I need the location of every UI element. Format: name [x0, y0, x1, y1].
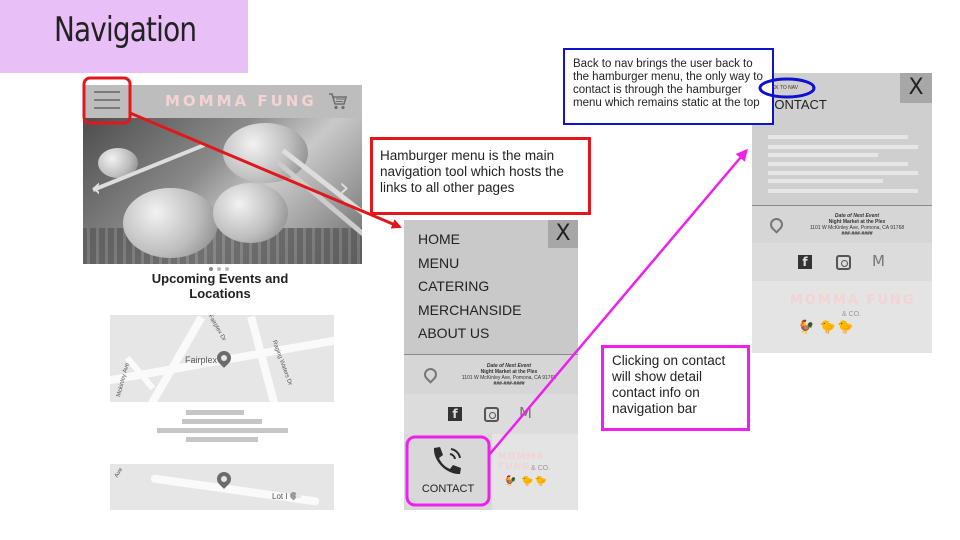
menu-brand-logo: MOMMA FUNG & CO. 🐓 🐤🐤	[492, 434, 578, 510]
event-phone: ###-###-####	[841, 231, 873, 237]
event-phone: ###-###-####	[493, 381, 525, 387]
menu-item-catering[interactable]: CATERING	[418, 278, 489, 294]
text-placeholder	[186, 437, 258, 442]
events-heading: Upcoming Events and Locations	[151, 271, 289, 301]
instagram-icon[interactable]	[484, 407, 499, 422]
carousel-next-icon[interactable]: ›	[339, 173, 349, 203]
contact-brand-logo: MOMMA FUNG & CO. 🐓 🐤🐤	[752, 281, 932, 353]
menu-item-merchandise[interactable]: MERCHANSIDE	[418, 302, 521, 318]
mail-icon[interactable]: M	[519, 404, 532, 422]
event-map-1[interactable]: Fairplex Fairplex Dr Raging Waters Dr Mc…	[110, 315, 334, 402]
chicken-illustration-icon: 🐓 🐤🐤	[798, 319, 855, 334]
menu-item-home[interactable]: HOME	[418, 231, 460, 247]
menu-item-menu[interactable]: MENU	[418, 255, 459, 271]
logo-co-text: & CO.	[842, 311, 862, 318]
cart-icon[interactable]	[328, 91, 348, 111]
contact-label: CONTACT	[421, 483, 475, 495]
hamburger-annotation: Hamburger menu is the main navigation to…	[370, 137, 591, 215]
facebook-icon[interactable]: f	[798, 255, 812, 269]
text-placeholder	[182, 419, 262, 424]
contact-annotation: Clicking on contact will show detail con…	[601, 345, 750, 431]
phone-call-icon	[433, 447, 461, 475]
map-road-label: Ave	[113, 467, 125, 479]
slide-title: Navigation	[54, 10, 197, 50]
menu-close-button[interactable]: X	[548, 220, 578, 248]
carousel-prev-icon[interactable]: ‹	[91, 173, 101, 203]
logo-brand-text: MOMMA FUNG	[790, 293, 916, 308]
menu-social-row: f M	[404, 394, 578, 435]
contact-button[interactable]: CONTACT	[404, 434, 492, 510]
back-to-nav-annotation: Back to nav brings the user back to the …	[563, 48, 774, 125]
map-road-label: Fairplex Dr	[206, 315, 227, 343]
logo-co-text: & CO.	[531, 465, 551, 472]
map-place-label: Fairplex	[185, 355, 218, 365]
contact-event-info: Date of Next Event Night Market at the P…	[752, 205, 932, 245]
text-placeholder	[186, 410, 244, 415]
menu-event-info: Date of Next Event Night Market at the P…	[404, 354, 578, 396]
text-placeholder	[157, 428, 288, 433]
chicken-illustration-icon: 🐓 🐤🐤	[504, 476, 549, 487]
contact-close-button[interactable]: X	[900, 73, 932, 103]
location-pin-icon	[421, 365, 440, 384]
hamburger-icon[interactable]	[94, 91, 120, 111]
hero-carousel-image: ‹ ›	[83, 118, 362, 264]
mail-icon[interactable]: M	[872, 252, 885, 270]
instagram-icon[interactable]	[836, 255, 851, 270]
contact-heading: CONTACT	[765, 97, 827, 112]
contact-social-row: f M	[752, 243, 932, 282]
event-map-2[interactable]: Ave Lot I	[110, 464, 334, 510]
facebook-icon[interactable]: f	[448, 407, 462, 421]
menu-item-about-us[interactable]: ABOUT US	[418, 325, 489, 341]
home-brand-logo: MOMMA FUNG	[165, 92, 317, 110]
map-place-label: Lot I	[272, 492, 288, 501]
